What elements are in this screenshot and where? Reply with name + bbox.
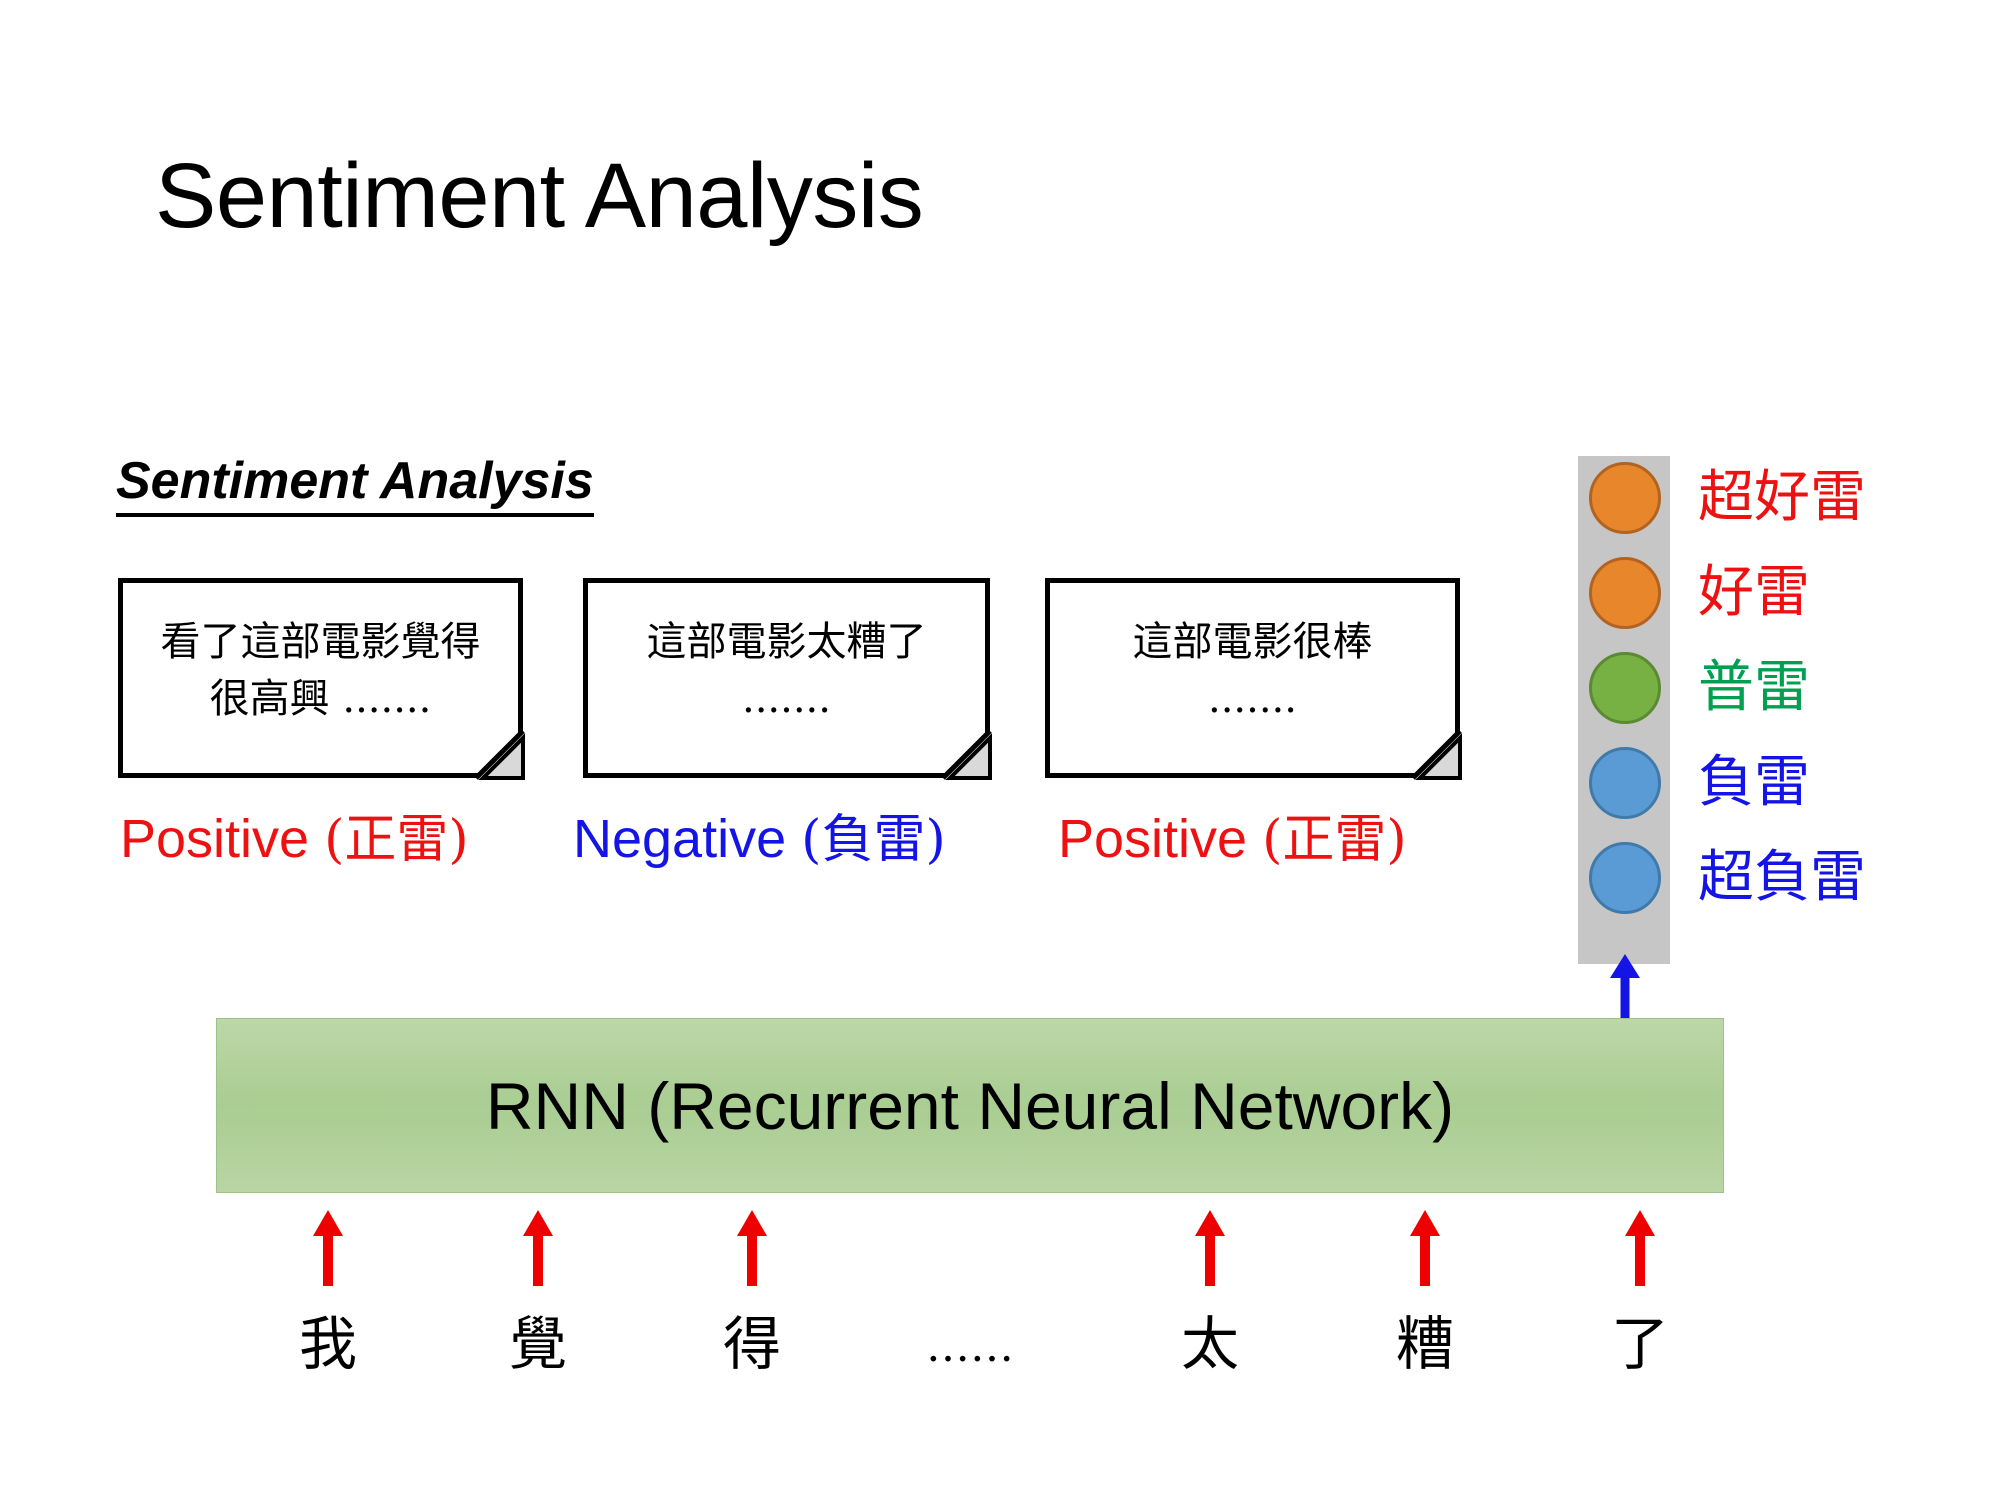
rnn-block: RNN (Recurrent Neural Network) (216, 1018, 1724, 1193)
input-token-2: 覺 (508, 1310, 568, 1378)
rating-dot-neutral[interactable] (1589, 652, 1661, 724)
rating-dot-bad[interactable] (1589, 747, 1661, 819)
input-token-3: 得 (722, 1310, 782, 1378)
folded-corner-icon (471, 726, 525, 780)
rating-dot-super-bad[interactable] (1589, 842, 1661, 914)
input-token-7: 了 (1610, 1310, 1670, 1378)
slide-canvas: Sentiment Analysis Sentiment Analysis 看了… (0, 0, 2000, 1500)
rating-label-bad: 負雷 (1698, 750, 1810, 815)
review-bubble-1: 看了這部電影覺得很高興 ....... (118, 578, 525, 780)
sentiment-label-2-zh: (負雷) (801, 810, 946, 870)
review-text-1: 看了這部電影覺得很高興 ....... (160, 619, 481, 722)
review-text-3: 這部電影很棒 ....... (1132, 619, 1373, 722)
input-token-ellipsis: …… (926, 1321, 1014, 1372)
sentiment-label-1-en: Positive (120, 809, 310, 869)
input-arrow-icon-2 (518, 1208, 558, 1291)
sentiment-label-2-en: Negative (573, 809, 787, 869)
input-token-1: 我 (298, 1310, 358, 1378)
input-token-5: 太 (1180, 1310, 1240, 1378)
rating-dot-super-good[interactable] (1589, 462, 1661, 534)
sentiment-label-1-zh: (正雷) (324, 810, 469, 870)
sentiment-label-3-en: Positive (1058, 809, 1248, 869)
input-arrow-icon-3 (732, 1208, 772, 1291)
page-title: Sentiment Analysis (155, 145, 924, 247)
sentiment-label-3-zh: (正雷) (1262, 810, 1407, 870)
rating-label-neutral: 普雷 (1698, 655, 1810, 720)
input-arrow-icon-5 (1190, 1208, 1230, 1291)
folded-corner-icon (938, 726, 992, 780)
review-bubble-3: 這部電影很棒 ....... (1045, 578, 1462, 780)
rating-label-super-good: 超好雷 (1698, 465, 1866, 530)
rating-label-good: 好雷 (1698, 560, 1810, 625)
sentiment-label-1: Positive (正雷) (120, 812, 469, 866)
section-heading: Sentiment Analysis (116, 455, 594, 517)
sentiment-label-3: Positive (正雷) (1058, 812, 1407, 866)
rnn-label: RNN (Recurrent Neural Network) (485, 1068, 1455, 1143)
folded-corner-icon (1408, 726, 1462, 780)
input-token-6: 糟 (1395, 1310, 1455, 1378)
review-bubble-2: 這部電影太糟了 ....... (583, 578, 992, 780)
input-arrow-icon-1 (308, 1208, 348, 1291)
rating-label-super-bad: 超負雷 (1698, 845, 1866, 910)
rating-dot-good[interactable] (1589, 557, 1661, 629)
sentiment-label-2: Negative (負雷) (573, 812, 946, 866)
input-arrow-icon-7 (1620, 1208, 1660, 1291)
input-arrow-icon-6 (1405, 1208, 1445, 1291)
review-text-2: 這部電影太糟了 ....... (646, 619, 927, 722)
